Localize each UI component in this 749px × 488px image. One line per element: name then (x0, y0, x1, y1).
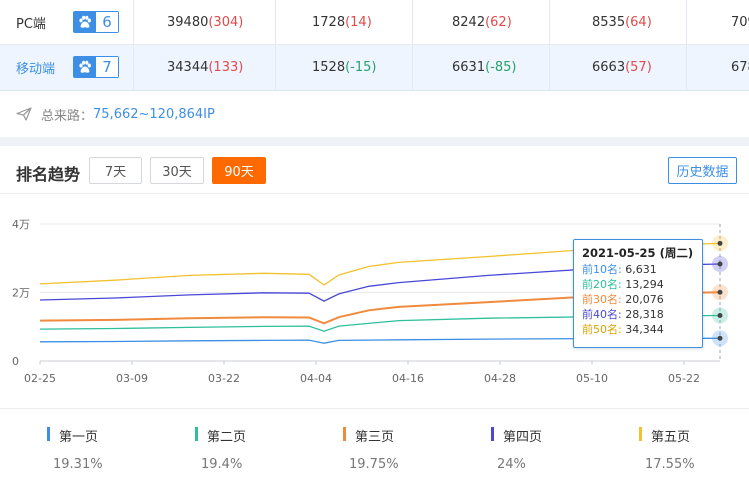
tooltip-row: 前50名: 34,344 (582, 323, 664, 336)
x-tick-label: 04-16 (392, 372, 424, 385)
x-tick-label: 04-04 (300, 372, 332, 385)
x-tick-label: 04-28 (484, 372, 516, 385)
tooltip-row: 前10名: 6,631 (582, 263, 657, 276)
x-tick-label: 05-10 (576, 372, 608, 385)
page-legend: 第一页 19.31% 第二页 19.4% 第三页 19.75% 第四页 24% … (0, 408, 749, 488)
tooltip-date: 2021-05-25 (周二) (582, 246, 694, 260)
hover-point (717, 240, 723, 246)
y-tick-label: 2万 (12, 287, 30, 300)
tooltip-row: 前30名: 20,076 (582, 293, 664, 306)
hover-point (717, 289, 723, 295)
tooltip-row: 前20名: 13,294 (582, 278, 664, 291)
x-tick-label: 03-22 (208, 372, 240, 385)
x-tick-label: 02-25 (24, 372, 56, 385)
hover-point (717, 312, 723, 318)
chart-tooltip: 2021-05-25 (周二) 前10名: 6,631 前20名: 13,294… (573, 239, 703, 348)
tooltip-row: 前40名: 28,318 (582, 308, 664, 321)
y-tick-label: 4万 (12, 218, 30, 231)
x-tick-label: 03-09 (116, 372, 148, 385)
x-tick-label: 05-22 (668, 372, 700, 385)
y-tick-label: 0 (12, 355, 19, 368)
hover-point (717, 335, 723, 341)
hover-point (717, 261, 723, 267)
